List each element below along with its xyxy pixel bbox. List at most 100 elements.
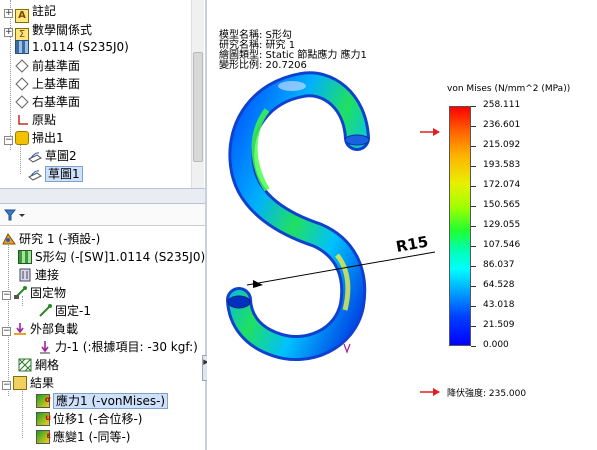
tree-item-label: 力-1 (:根據項目: -30 kgf:) xyxy=(55,340,198,354)
legend-tick-label: 258.111 xyxy=(483,100,521,110)
tree-item-label: 註記 xyxy=(32,4,57,18)
tree-item-label: 草圖2 xyxy=(45,149,77,163)
legend-tick-label: 172.074 xyxy=(483,180,521,190)
tree-item-fixtures[interactable]: − 固定物 xyxy=(2,284,66,302)
stress-plot-icon: σ xyxy=(36,394,51,408)
tree-item-label: 前基準面 xyxy=(32,59,81,73)
tree-item-label: 應變1 (-同等-) xyxy=(53,430,131,444)
tree-item-label: 應力1 (-vonMises-) xyxy=(53,393,169,409)
legend-tick-label: 215.092 xyxy=(483,140,521,150)
legend-tick xyxy=(471,246,476,247)
plane-icon xyxy=(15,59,29,73)
tree-item-label: 位移1 (-合位移-) xyxy=(53,412,143,426)
tree-item-mesh[interactable]: 網格 xyxy=(18,356,59,374)
tree-item-connections[interactable]: 連接 xyxy=(18,266,59,284)
tree-item-label: 外部負載 xyxy=(30,322,79,336)
sketch-icon xyxy=(28,167,42,181)
tree-item-strain1[interactable]: ε 應變1 (-同等-) xyxy=(36,428,130,446)
stress-colorbar xyxy=(449,106,471,346)
graphics-viewport[interactable]: 模型名稱: S形勾 研究名稱: 研究 1 繪圖類型: Static 節點應力 應… xyxy=(207,0,597,450)
tree-item-part[interactable]: S形勾 (-[SW]1.0114 (S235J0)- xyxy=(18,248,205,266)
legend-tick-label: 86.037 xyxy=(483,260,515,270)
tree-item-sweep[interactable]: − 掃出1 xyxy=(4,129,64,147)
fixed-icon xyxy=(38,304,52,318)
sketch-icon xyxy=(28,149,42,163)
legend-tick xyxy=(471,126,476,127)
tree-scrollbar[interactable] xyxy=(191,0,204,188)
sweep-icon xyxy=(15,131,29,145)
max-indicator-arrow-icon xyxy=(420,128,440,136)
tree-item-equations[interactable]: + Σ 數學關係式 xyxy=(4,21,93,42)
tree-item-label: 固定物 xyxy=(30,286,67,300)
dimension-arrow xyxy=(253,280,263,288)
legend-tick xyxy=(471,326,476,327)
tree-item-stress1[interactable]: σ 應力1 (-vonMises-) xyxy=(36,392,169,410)
tree-item-right-plane[interactable]: 右基準面 xyxy=(15,93,80,111)
part-icon xyxy=(18,250,32,264)
mesh-icon xyxy=(18,358,32,372)
feature-manager-panel: + A 註記 + Σ 數學關係式 1.0114 (S235J0) 前基準面 上基準面 右… xyxy=(0,0,205,450)
scrollbar-thumb[interactable] xyxy=(193,52,203,162)
tree-item-annotations[interactable]: + A 註記 xyxy=(4,2,57,23)
tree-item-displacement1[interactable]: u 位移1 (-合位移-) xyxy=(36,410,142,428)
strain-plot-icon: ε xyxy=(36,430,51,444)
legend-tick xyxy=(471,266,476,267)
panel-splitter[interactable] xyxy=(0,188,205,204)
legend-tick xyxy=(471,206,476,207)
legend-tick-label: 193.583 xyxy=(483,160,521,170)
yield-indicator-arrow-icon xyxy=(420,388,440,396)
yield-strength-text: 降伏強度: 235.000 xyxy=(447,389,527,399)
tree-item-material[interactable]: 1.0114 (S235J0) xyxy=(15,38,129,56)
legend-tick-label: 21.509 xyxy=(483,320,515,330)
hook-end-cap xyxy=(227,295,251,309)
fixture-marker xyxy=(278,81,306,91)
tree-item-fixed-1[interactable]: 固定-1 xyxy=(38,302,91,320)
legend-tick xyxy=(471,286,476,287)
legend-tick-label: 107.546 xyxy=(483,240,521,250)
external-loads-icon xyxy=(13,322,27,336)
collapse-icon[interactable]: − xyxy=(4,136,13,145)
legend-tick xyxy=(471,106,476,107)
fixtures-icon xyxy=(13,286,27,300)
tree-item-top-plane[interactable]: 上基準面 xyxy=(15,75,80,93)
tree-item-label: 研究 1 (-預設-) xyxy=(19,232,101,246)
feature-tree: + A 註記 + Σ 數學關係式 1.0114 (S235J0) 前基準面 上基準面 右… xyxy=(0,0,191,188)
tree-item-label: 右基準面 xyxy=(32,95,81,109)
tree-item-study[interactable]: 研究 1 (-預設-) xyxy=(2,230,100,248)
legend-tick xyxy=(471,186,476,187)
plane-icon xyxy=(15,77,29,91)
tree-item-label: S形勾 (-[SW]1.0114 (S235J0)- xyxy=(35,250,205,264)
filter-icon[interactable] xyxy=(3,208,28,225)
collapse-icon[interactable]: − xyxy=(2,291,11,300)
tree-item-front-plane[interactable]: 前基準面 xyxy=(15,57,80,75)
study-icon xyxy=(2,232,16,246)
tree-item-label: 上基準面 xyxy=(32,77,81,91)
tree-item-label: 固定-1 xyxy=(55,304,91,318)
tree-item-force-1[interactable]: 力-1 (:根據項目: -30 kgf:) xyxy=(38,338,198,356)
expand-icon[interactable]: + xyxy=(4,28,13,37)
legend-tick-label: 64.528 xyxy=(483,280,515,290)
legend-tick xyxy=(471,226,476,227)
collapse-icon[interactable]: − xyxy=(2,381,11,390)
collapse-icon[interactable]: − xyxy=(2,327,11,336)
tree-item-results[interactable]: − 結果 xyxy=(2,374,54,392)
legend-tick-label: 43.018 xyxy=(483,300,515,310)
origin-icon xyxy=(15,113,29,127)
tree-item-sketch2[interactable]: 草圖2 xyxy=(28,147,77,165)
s-hook-model[interactable]: R15 xyxy=(207,0,597,450)
tree-item-origin[interactable]: 原點 xyxy=(15,111,56,129)
legend-tick-label: 0.000 xyxy=(483,340,509,350)
tree-item-external-loads[interactable]: − 外部負載 xyxy=(2,320,78,338)
legend-tick xyxy=(471,166,476,167)
legend-tick xyxy=(471,346,476,347)
legend-tick xyxy=(471,306,476,307)
legend-title: von Mises (N/mm^2 (MPa)) xyxy=(447,84,571,94)
tree-item-label: 數學關係式 xyxy=(32,23,93,37)
tree-item-sketch1[interactable]: 草圖1 xyxy=(28,165,83,183)
radius-dimension-label[interactable]: R15 xyxy=(395,233,430,256)
expand-icon[interactable]: + xyxy=(4,9,13,18)
filter-bar xyxy=(0,204,205,226)
legend-tick-label: 150.565 xyxy=(483,200,521,210)
tree-item-label: 1.0114 (S235J0) xyxy=(32,40,129,54)
results-icon xyxy=(13,376,27,390)
